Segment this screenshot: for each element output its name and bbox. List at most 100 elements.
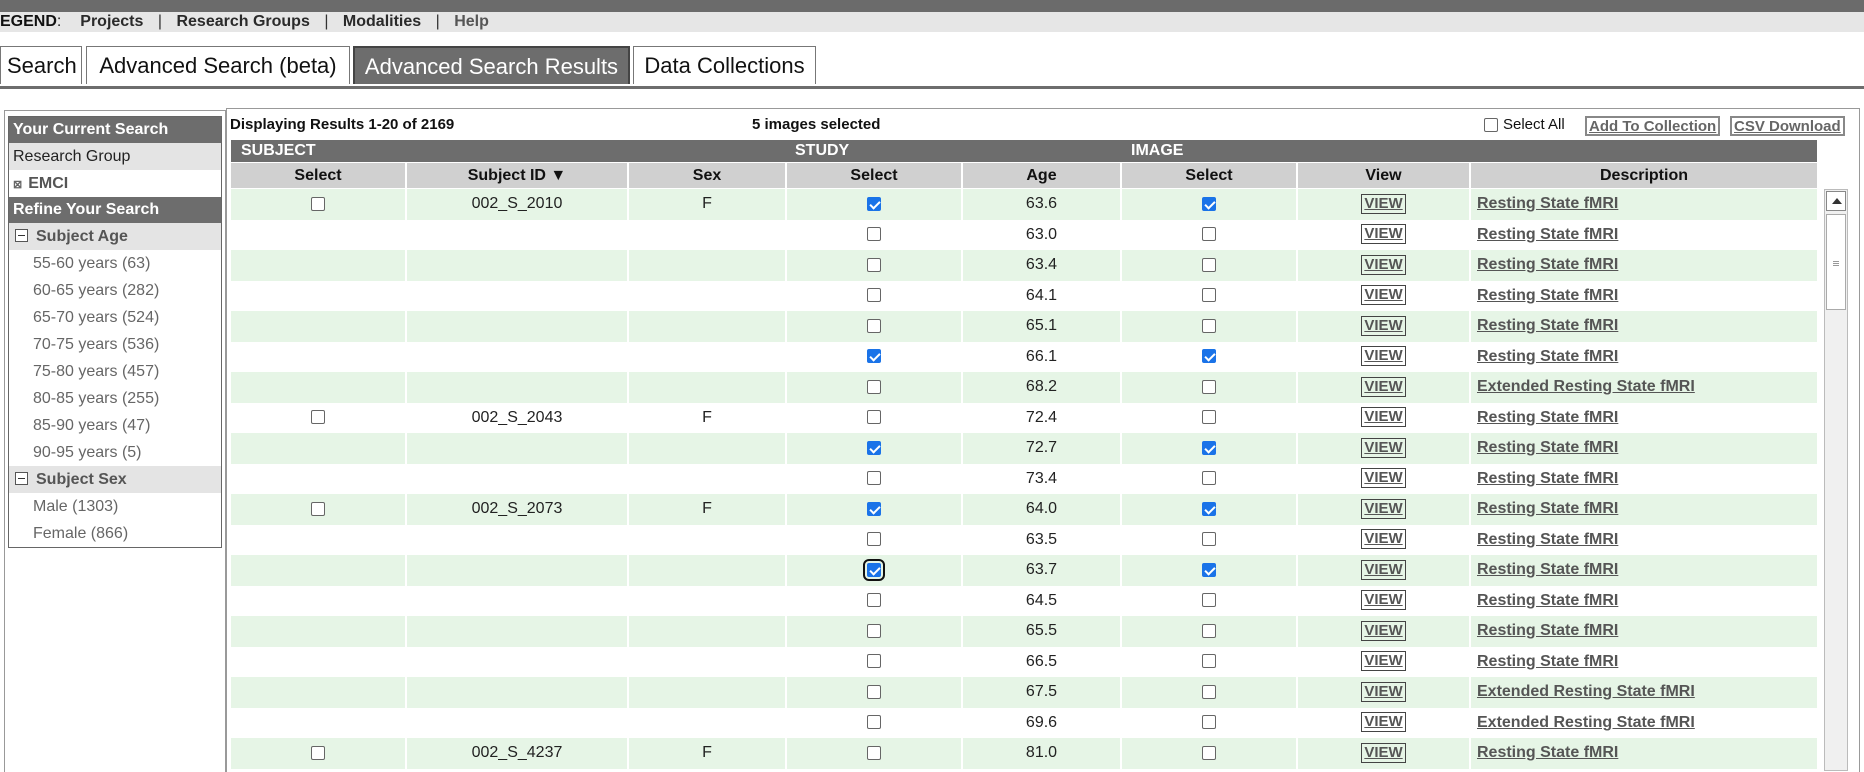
view-button[interactable]: VIEW — [1361, 376, 1406, 397]
tab-search[interactable]: Search — [0, 46, 82, 84]
study-select-checkbox[interactable] — [867, 257, 881, 272]
description-link[interactable]: Extended Resting State fMRI — [1477, 714, 1695, 731]
image-select-checkbox[interactable] — [1202, 562, 1216, 577]
description-link[interactable]: Resting State fMRI — [1477, 195, 1618, 212]
image-select-checkbox[interactable] — [1202, 196, 1216, 211]
description-link[interactable]: Resting State fMRI — [1477, 317, 1618, 334]
description-link[interactable]: Extended Resting State fMRI — [1477, 683, 1695, 700]
legend-link-research-groups[interactable]: Research Groups — [176, 13, 309, 30]
facet-item[interactable]: 90-95 years (5) — [9, 439, 221, 466]
description-link[interactable]: Extended Resting State fMRI — [1477, 378, 1695, 395]
facet-subject-age[interactable]: Subject Age — [9, 223, 221, 250]
image-select-checkbox[interactable] — [1202, 318, 1216, 333]
vertical-scrollbar[interactable] — [1824, 189, 1848, 771]
facet-item[interactable]: 60-65 years (282) — [9, 277, 221, 304]
csv-download-button[interactable]: CSV Download — [1730, 116, 1845, 136]
description-link[interactable]: Resting State fMRI — [1477, 531, 1618, 548]
subject-select-checkbox[interactable] — [311, 501, 325, 516]
view-button[interactable]: VIEW — [1361, 407, 1406, 428]
view-button[interactable]: VIEW — [1361, 742, 1406, 763]
study-select-checkbox[interactable] — [867, 288, 881, 303]
image-select-checkbox[interactable] — [1202, 715, 1216, 730]
subject-select-checkbox[interactable] — [311, 745, 325, 760]
view-button[interactable]: VIEW — [1361, 224, 1406, 245]
facet-subject-sex[interactable]: Subject Sex — [9, 466, 221, 493]
view-button[interactable]: VIEW — [1361, 285, 1406, 306]
image-select-checkbox[interactable] — [1202, 440, 1216, 455]
view-button[interactable]: VIEW — [1361, 590, 1406, 611]
description-link[interactable]: Resting State fMRI — [1477, 409, 1618, 426]
study-select-checkbox[interactable] — [867, 593, 881, 608]
description-link[interactable]: Resting State fMRI — [1477, 470, 1618, 487]
arrow-up-icon[interactable] — [1826, 191, 1846, 211]
image-select-checkbox[interactable] — [1202, 257, 1216, 272]
view-button[interactable]: VIEW — [1361, 559, 1406, 580]
minus-box-icon[interactable] — [15, 229, 28, 242]
image-select-checkbox[interactable] — [1202, 593, 1216, 608]
view-button[interactable]: VIEW — [1361, 193, 1406, 214]
research-group-filter[interactable]: ⊠ EMCI — [9, 170, 221, 197]
facet-item[interactable]: Male (1303) — [9, 493, 221, 520]
study-select-checkbox[interactable] — [867, 532, 881, 547]
description-link[interactable]: Resting State fMRI — [1477, 500, 1618, 517]
add-to-collection-button[interactable]: Add To Collection — [1585, 116, 1721, 136]
study-select-checkbox[interactable] — [867, 623, 881, 638]
x-box-icon[interactable]: ⊠ — [13, 172, 22, 199]
view-button[interactable]: VIEW — [1361, 712, 1406, 733]
study-select-checkbox[interactable] — [867, 318, 881, 333]
image-select-checkbox[interactable] — [1202, 349, 1216, 364]
study-select-checkbox[interactable] — [867, 654, 881, 669]
legend-link-modalities[interactable]: Modalities — [343, 13, 421, 30]
col-description[interactable]: Description — [1471, 163, 1817, 188]
select-all-checkbox[interactable] — [1484, 117, 1498, 132]
study-select-checkbox[interactable] — [863, 558, 885, 581]
view-button[interactable]: VIEW — [1361, 468, 1406, 489]
study-select-checkbox[interactable] — [867, 745, 881, 760]
subject-select-checkbox[interactable] — [311, 410, 325, 425]
tab-data-collections[interactable]: Data Collections — [633, 46, 816, 84]
facet-item[interactable]: 85-90 years (47) — [9, 412, 221, 439]
view-button[interactable]: VIEW — [1361, 437, 1406, 458]
view-button[interactable]: VIEW — [1361, 346, 1406, 367]
col-subject-id[interactable]: Subject ID ▼ — [407, 163, 629, 188]
legend-link-projects[interactable]: Projects — [80, 13, 143, 30]
description-link[interactable]: Resting State fMRI — [1477, 287, 1618, 304]
image-select-checkbox[interactable] — [1202, 227, 1216, 242]
description-link[interactable]: Resting State fMRI — [1477, 226, 1618, 243]
select-all[interactable]: Select All — [1484, 116, 1565, 133]
tab-advanced-search[interactable]: Advanced Search (beta) — [86, 46, 350, 84]
description-link[interactable]: Resting State fMRI — [1477, 439, 1618, 456]
image-select-checkbox[interactable] — [1202, 410, 1216, 425]
image-select-checkbox[interactable] — [1202, 745, 1216, 760]
legend-link-help[interactable]: Help — [454, 13, 489, 30]
study-select-checkbox[interactable] — [867, 684, 881, 699]
image-select-checkbox[interactable] — [1202, 379, 1216, 394]
study-select-checkbox[interactable] — [867, 715, 881, 730]
scrollbar-thumb[interactable] — [1826, 214, 1846, 310]
view-button[interactable]: VIEW — [1361, 254, 1406, 275]
image-select-checkbox[interactable] — [1202, 532, 1216, 547]
image-select-checkbox[interactable] — [1202, 471, 1216, 486]
description-link[interactable]: Resting State fMRI — [1477, 622, 1618, 639]
subject-select-checkbox[interactable] — [311, 196, 325, 211]
study-select-checkbox[interactable] — [867, 471, 881, 486]
facet-item[interactable]: Female (866) — [9, 520, 221, 547]
image-select-checkbox[interactable] — [1202, 623, 1216, 638]
study-select-checkbox[interactable] — [867, 379, 881, 394]
view-button[interactable]: VIEW — [1361, 681, 1406, 702]
tab-advanced-search-results[interactable]: Advanced Search Results — [353, 46, 630, 84]
facet-item[interactable]: 70-75 years (536) — [9, 331, 221, 358]
facet-item[interactable]: 80-85 years (255) — [9, 385, 221, 412]
study-select-checkbox[interactable] — [867, 227, 881, 242]
minus-box-icon[interactable] — [15, 472, 28, 485]
description-link[interactable]: Resting State fMRI — [1477, 653, 1618, 670]
study-select-checkbox[interactable] — [867, 349, 881, 364]
image-select-checkbox[interactable] — [1202, 288, 1216, 303]
view-button[interactable]: VIEW — [1361, 498, 1406, 519]
facet-item[interactable]: 55-60 years (63) — [9, 250, 221, 277]
study-select-checkbox[interactable] — [867, 501, 881, 516]
description-link[interactable]: Resting State fMRI — [1477, 744, 1618, 761]
image-select-checkbox[interactable] — [1202, 684, 1216, 699]
view-button[interactable]: VIEW — [1361, 651, 1406, 672]
image-select-checkbox[interactable] — [1202, 654, 1216, 669]
